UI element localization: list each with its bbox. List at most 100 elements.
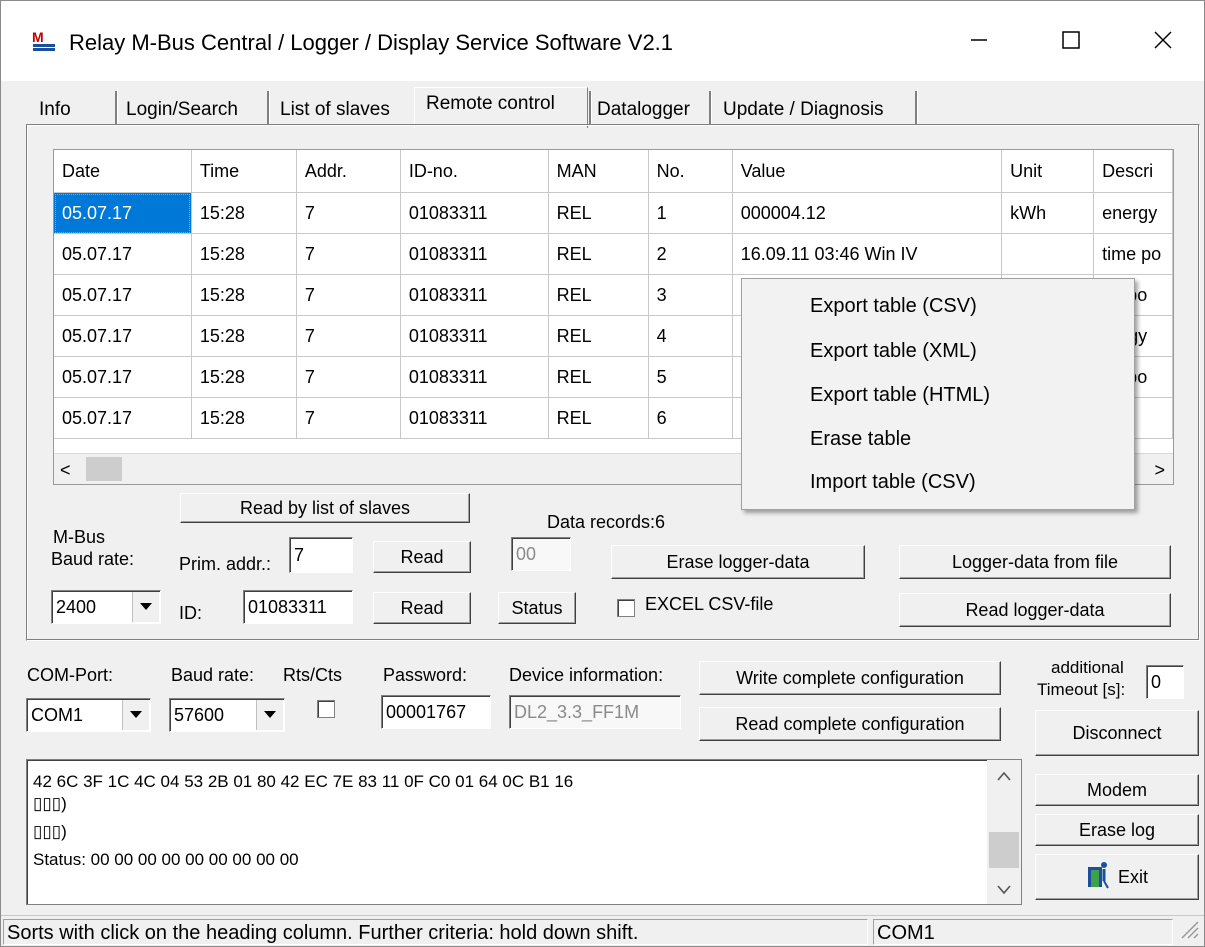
cell-date[interactable]: 05.07.17 — [54, 274, 192, 316]
cell-no[interactable]: 6 — [648, 397, 733, 439]
cell-unit[interactable] — [1001, 233, 1095, 275]
read-prim-addr-button[interactable]: Read — [373, 541, 471, 573]
cell-no[interactable]: 1 — [648, 192, 733, 234]
status-button[interactable]: Status — [498, 592, 576, 624]
menu-item-erase-table[interactable]: Erase table — [810, 428, 911, 451]
column-header-man[interactable]: MAN — [548, 150, 649, 193]
cell-addr[interactable]: 7 — [296, 315, 401, 357]
cell-id-no[interactable]: 01083311 — [400, 356, 549, 398]
cell-man[interactable]: REL — [548, 356, 649, 398]
cell-man[interactable]: REL — [548, 397, 649, 439]
read-by-list-button[interactable]: Read by list of slaves — [180, 493, 470, 523]
cell-time[interactable]: 15:28 — [191, 397, 297, 439]
tab-datalogger[interactable]: Datalogger — [597, 95, 690, 125]
modem-button[interactable]: Modem — [1035, 774, 1199, 806]
cell-id-no[interactable]: 01083311 — [400, 274, 549, 316]
rts-cts-checkbox[interactable] — [317, 700, 335, 718]
erase-logger-data-button[interactable]: Erase logger-data — [611, 545, 865, 579]
read-configuration-button[interactable]: Read complete configuration — [699, 707, 1001, 741]
menu-item-export-html[interactable]: Export table (HTML) — [810, 384, 990, 407]
cell-man[interactable]: REL — [548, 315, 649, 357]
scroll-right-icon[interactable]: > — [1154, 460, 1165, 481]
cell-addr[interactable]: 7 — [296, 192, 401, 234]
cell-unit[interactable]: kWh — [1001, 192, 1095, 234]
cell-date[interactable]: 05.07.17 — [54, 315, 192, 357]
chevron-down-icon[interactable] — [132, 592, 159, 622]
cell-time[interactable]: 15:28 — [191, 192, 297, 234]
cell-addr[interactable]: 7 — [296, 274, 401, 316]
tab-update-diagnosis[interactable]: Update / Diagnosis — [723, 95, 884, 125]
cell-man[interactable]: REL — [548, 192, 649, 234]
cell-date[interactable]: 05.07.17 — [54, 356, 192, 398]
baud-rate-select[interactable]: 57600 — [169, 698, 285, 732]
cell-no[interactable]: 4 — [648, 315, 733, 357]
column-header-date[interactable]: Date — [54, 150, 192, 193]
tab-list-of-slaves[interactable]: List of slaves — [280, 95, 390, 125]
exit-button[interactable]: Exit — [1035, 854, 1199, 900]
resize-grip-icon[interactable] — [1178, 918, 1200, 945]
erase-log-button[interactable]: Erase log — [1035, 814, 1199, 846]
scroll-up-icon[interactable] — [997, 768, 1011, 786]
column-header-no[interactable]: No. — [648, 150, 733, 193]
timeout-input[interactable]: 0 — [1146, 665, 1184, 699]
menu-item-export-xml[interactable]: Export table (XML) — [810, 340, 977, 363]
scroll-left-icon[interactable]: < — [60, 460, 71, 481]
com-port-select[interactable]: COM1 — [26, 698, 151, 732]
disconnect-button[interactable]: Disconnect — [1035, 710, 1199, 756]
maximize-button[interactable] — [1041, 15, 1101, 65]
cell-time[interactable]: 15:28 — [191, 315, 297, 357]
menu-item-export-csv[interactable]: Export table (CSV) — [810, 295, 977, 318]
column-header-addr[interactable]: Addr. — [296, 150, 401, 193]
write-configuration-button[interactable]: Write complete configuration — [699, 661, 1001, 695]
mbus-baud-select[interactable]: 2400 — [51, 590, 161, 624]
cell-time[interactable]: 15:28 — [191, 274, 297, 316]
table-row[interactable]: 05.07.17 15:28 7 01083311 REL 2 16.09.11 03:46… — [54, 233, 1173, 275]
read-logger-data-button[interactable]: Read logger-data — [899, 593, 1171, 627]
cell-addr[interactable]: 7 — [296, 397, 401, 439]
cell-no[interactable]: 2 — [648, 233, 733, 275]
column-header-time[interactable]: Time — [191, 150, 297, 193]
cell-id-no[interactable]: 01083311 — [400, 397, 549, 439]
cell-time[interactable]: 15:28 — [191, 356, 297, 398]
chevron-down-icon[interactable] — [122, 700, 149, 730]
excel-csv-checkbox[interactable] — [617, 599, 635, 617]
column-header-description[interactable]: Descri — [1093, 150, 1173, 193]
column-header-value[interactable]: Value — [732, 150, 1003, 193]
cell-time[interactable]: 15:28 — [191, 233, 297, 275]
chevron-down-icon[interactable] — [256, 700, 283, 730]
app-mbus-icon[interactable]: M — [31, 29, 57, 53]
minimize-button[interactable] — [949, 15, 1009, 65]
scroll-thumb[interactable] — [86, 457, 122, 481]
logger-data-from-file-button[interactable]: Logger-data from file — [899, 545, 1171, 579]
cell-no[interactable]: 3 — [648, 274, 733, 316]
cell-date[interactable]: 05.07.17 — [54, 397, 192, 439]
cell-date[interactable]: 05.07.17 — [54, 233, 192, 275]
id-input[interactable]: 01083311 — [243, 590, 353, 624]
column-header-id-no[interactable]: ID-no. — [400, 150, 549, 193]
tab-info[interactable]: Info — [39, 95, 71, 125]
scroll-thumb[interactable] — [989, 832, 1019, 868]
password-input[interactable]: 00001767 — [381, 695, 491, 729]
tab-login-search[interactable]: Login/Search — [126, 95, 238, 125]
read-id-button[interactable]: Read — [373, 592, 471, 624]
column-header-unit[interactable]: Unit — [1001, 150, 1095, 193]
cell-date[interactable]: 05.07.17 — [54, 192, 192, 234]
cell-value[interactable]: 16.09.11 03:46 Win IV — [732, 233, 1003, 275]
prim-addr-input[interactable]: 7 — [289, 537, 353, 573]
cell-description[interactable]: energy — [1093, 192, 1173, 234]
scroll-down-icon[interactable] — [997, 882, 1011, 900]
menu-item-import-csv[interactable]: Import table (CSV) — [810, 471, 976, 494]
cell-id-no[interactable]: 01083311 — [400, 192, 549, 234]
cell-id-no[interactable]: 01083311 — [400, 315, 549, 357]
cell-addr[interactable]: 7 — [296, 356, 401, 398]
cell-man[interactable]: REL — [548, 233, 649, 275]
vertical-scrollbar[interactable] — [987, 760, 1021, 904]
cell-no[interactable]: 5 — [648, 356, 733, 398]
cell-value[interactable]: 000004.12 — [732, 192, 1003, 234]
table-row[interactable]: 05.07.17 15:28 7 01083311 REL 1 000004.12 kWh en… — [54, 192, 1173, 234]
cell-description[interactable]: time po — [1093, 233, 1173, 275]
log-output[interactable]: 42 6C 3F 1C 4C 04 53 2B 01 80 42 EC 7E 8… — [26, 759, 1022, 905]
cell-addr[interactable]: 7 — [296, 233, 401, 275]
cell-id-no[interactable]: 01083311 — [400, 233, 549, 275]
close-button[interactable] — [1133, 15, 1193, 65]
